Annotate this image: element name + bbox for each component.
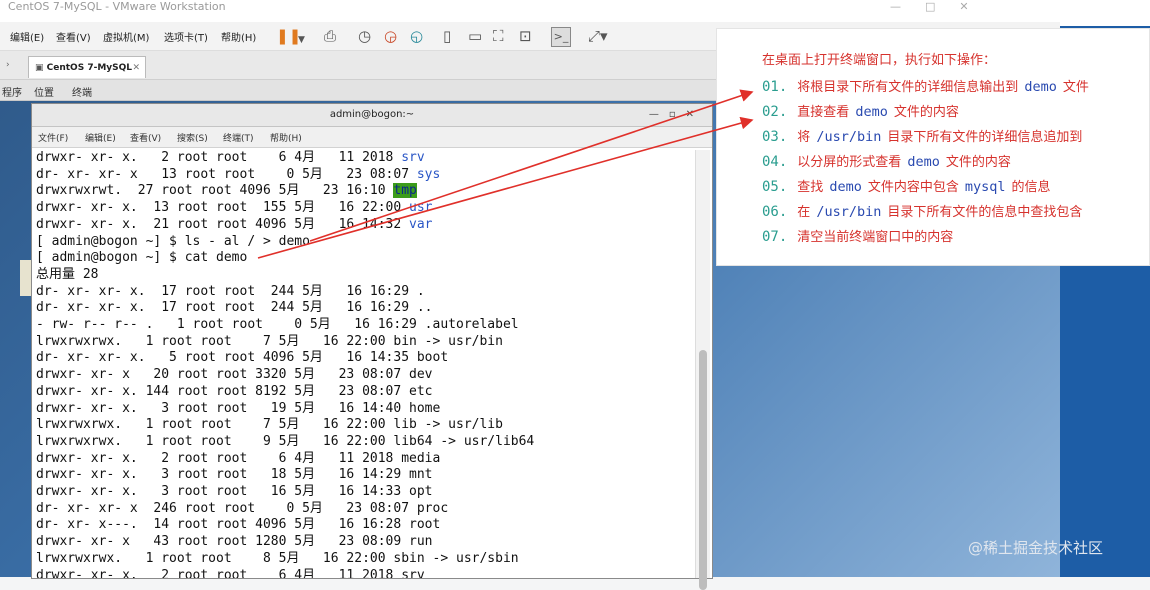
watermark: @稀土掘金技术社区 (968, 539, 1104, 557)
arrow-task-02 (257, 116, 754, 259)
arrow-task-01 (309, 89, 754, 242)
annotation-arrows (257, 89, 754, 259)
